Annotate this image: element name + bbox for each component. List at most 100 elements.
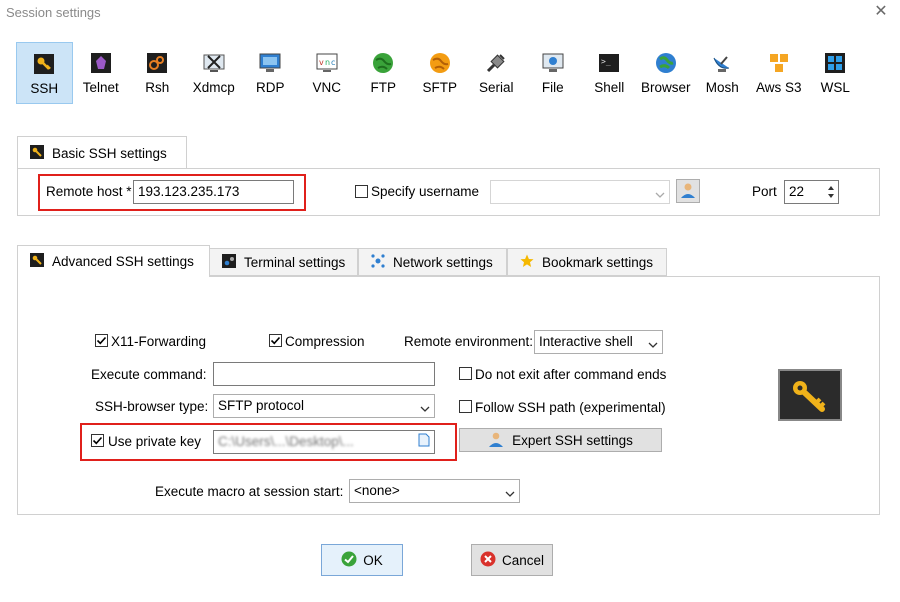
compression-label: Compression [285, 334, 365, 349]
cancel-x-icon [480, 551, 496, 570]
tab-label: Bookmark settings [542, 254, 654, 270]
file-browse-icon[interactable] [418, 433, 430, 452]
file-monitor-icon [542, 52, 564, 74]
windows-logo-icon [824, 52, 846, 74]
execute-macro-label: Execute macro at session start: [155, 484, 344, 499]
username-combo[interactable] [490, 180, 670, 204]
satellite-dish-icon [711, 52, 733, 74]
tab-network-settings[interactable]: Network settings [358, 248, 507, 276]
session-type-label: Telnet [82, 80, 119, 95]
ssh-browser-type-select[interactable]: SFTP protocol [213, 394, 435, 418]
tab-label: Advanced SSH settings [52, 253, 194, 269]
rsh-icon [146, 52, 168, 74]
session-type-browser[interactable]: Browser [638, 42, 695, 104]
tab-label: Terminal settings [244, 254, 346, 270]
session-type-ftp[interactable]: FTP [355, 42, 412, 104]
session-type-label: SSH [30, 81, 59, 96]
session-type-file[interactable]: File [525, 42, 582, 104]
session-type-xdmcp[interactable]: Xdmcp [186, 42, 243, 104]
tab-join [18, 275, 209, 278]
x11-forwarding-checkbox[interactable] [95, 334, 108, 349]
session-type-label: WSL [820, 80, 850, 95]
expert-ssh-settings-button[interactable]: Expert SSH settings [459, 428, 662, 452]
session-type-label: FTP [370, 80, 397, 95]
no-exit-checkbox[interactable] [459, 367, 472, 383]
key-icon [30, 252, 44, 270]
session-type-serial[interactable]: Serial [468, 42, 525, 104]
svg-text:n: n [325, 58, 330, 67]
close-icon[interactable]: ✕ [873, 4, 889, 20]
port-label: Port [752, 184, 777, 199]
svg-text:v: v [319, 58, 324, 67]
session-type-telnet[interactable]: Telnet [73, 42, 130, 104]
session-type-aws-s3[interactable]: Aws S3 [751, 42, 808, 104]
remote-environment-label: Remote environment: [404, 334, 534, 349]
execute-command-input[interactable] [213, 362, 435, 386]
session-type-vnc[interactable]: vnc VNC [299, 42, 356, 104]
follow-ssh-path-label: Follow SSH path (experimental) [475, 400, 666, 415]
specify-username-checkbox[interactable] [355, 185, 368, 201]
tab-advanced-ssh-settings[interactable]: Advanced SSH settings [17, 245, 210, 277]
session-type-label: SFTP [422, 80, 457, 95]
private-key-path-value: C:\Users\...\Desktop\... [218, 434, 354, 449]
session-type-label: Mosh [705, 80, 739, 95]
session-type-shell[interactable]: >_ Shell [581, 42, 638, 104]
cancel-label: Cancel [501, 552, 545, 568]
window-title: Session settings [6, 5, 101, 20]
session-type-wsl[interactable]: WSL [807, 42, 864, 104]
execute-command-label: Execute command: [91, 367, 207, 382]
ssh-browser-type-value: SFTP protocol [218, 398, 305, 413]
ssh-key-large-icon [778, 369, 842, 421]
star-icon [520, 254, 534, 271]
session-type-label: Rsh [145, 80, 170, 95]
aws-cubes-icon [768, 52, 790, 74]
follow-ssh-path-checkbox[interactable] [459, 400, 472, 416]
session-type-ssh[interactable]: SSH [16, 42, 73, 104]
shell-terminal-icon: >_ [598, 52, 620, 74]
tab-basic-ssh-settings[interactable]: Basic SSH settings [17, 136, 187, 170]
session-type-sftp[interactable]: SFTP [412, 42, 469, 104]
key-icon [33, 53, 55, 75]
xdmcp-icon [203, 52, 225, 74]
specify-username-label: Specify username [371, 184, 480, 199]
session-type-rsh[interactable]: Rsh [129, 42, 186, 104]
chevron-down-icon [655, 187, 665, 198]
remote-environment-select[interactable]: Interactive shell [534, 330, 663, 354]
ssh-browser-type-label: SSH-browser type: [95, 399, 209, 414]
session-type-label: RDP [255, 80, 285, 95]
remote-host-input[interactable]: 193.123.235.173 [133, 180, 294, 204]
spinner-arrows-icon[interactable] [826, 183, 836, 201]
rdp-monitor-icon [259, 52, 281, 74]
no-exit-label: Do not exit after command ends [475, 367, 667, 382]
ok-label: OK [363, 552, 383, 568]
user-icon [679, 181, 697, 202]
serial-plug-icon [485, 52, 507, 74]
tab-label: Network settings [393, 254, 493, 270]
tab-terminal-settings[interactable]: Terminal settings [209, 248, 358, 276]
execute-macro-select[interactable]: <none> [349, 479, 520, 503]
session-type-mosh[interactable]: Mosh [694, 42, 751, 104]
cancel-button[interactable]: Cancel [471, 544, 553, 576]
x11-forwarding-label: X11-Forwarding [111, 334, 207, 349]
port-spinner[interactable]: 22 [784, 180, 839, 204]
session-type-label: Browser [640, 80, 691, 95]
session-type-label: Shell [594, 80, 625, 95]
tab-label: Basic SSH settings [52, 145, 167, 161]
browser-globe-icon [655, 52, 677, 74]
user-picker-button[interactable] [676, 179, 700, 203]
key-icon [30, 144, 44, 162]
compression-checkbox[interactable] [269, 334, 282, 349]
private-key-path-input[interactable]: C:\Users\...\Desktop\... [213, 430, 435, 454]
ok-check-icon [341, 551, 357, 570]
network-icon [371, 253, 385, 271]
ok-button[interactable]: OK [321, 544, 403, 576]
vnc-icon: vnc [316, 52, 338, 74]
chevron-down-icon [505, 486, 515, 497]
use-private-key-checkbox[interactable] [91, 434, 104, 449]
remote-environment-value: Interactive shell [539, 334, 633, 349]
svg-text:c: c [331, 58, 335, 67]
expert-ssh-settings-label: Expert SSH settings [512, 432, 633, 448]
tab-bookmark-settings[interactable]: Bookmark settings [507, 248, 667, 276]
session-type-label: Aws S3 [755, 80, 802, 95]
session-type-rdp[interactable]: RDP [242, 42, 299, 104]
